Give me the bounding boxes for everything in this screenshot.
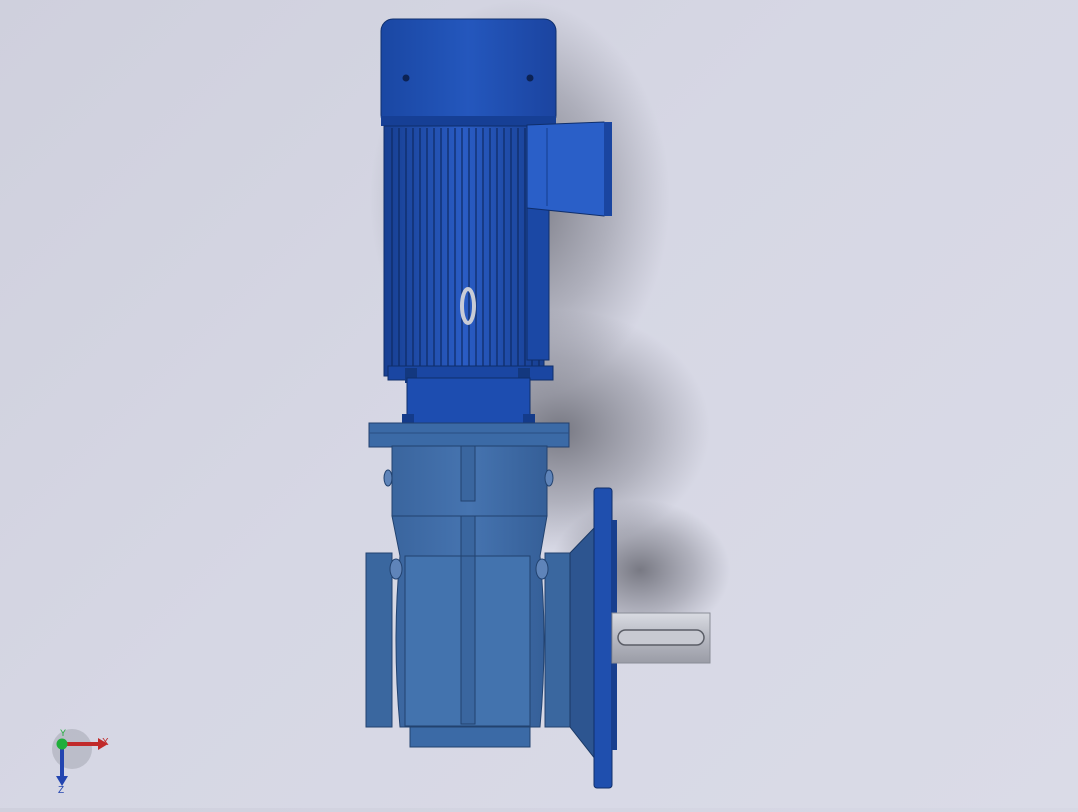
housing-plug <box>535 558 549 580</box>
cap-bolt <box>526 74 534 82</box>
3d-viewport[interactable]: X Y Z <box>0 0 1078 808</box>
triad-x-label: X <box>102 737 109 748</box>
triad-shadow <box>52 729 92 769</box>
housing-plug <box>389 558 403 580</box>
model-canvas[interactable] <box>0 0 1078 808</box>
y-axis-dot-icon <box>56 738 68 750</box>
shaft-keyway <box>617 629 705 646</box>
triad-z-label: Z <box>58 785 64 795</box>
axis-triad[interactable]: X Y Z <box>40 725 130 796</box>
output-shaft[interactable] <box>611 612 711 664</box>
housing-plug <box>544 469 554 487</box>
triad-y-label: Y <box>60 728 66 738</box>
gearbox-housing[interactable] <box>365 422 571 748</box>
cap-bolt <box>402 74 410 82</box>
housing-plug <box>383 469 393 487</box>
terminal-box[interactable] <box>526 121 612 217</box>
